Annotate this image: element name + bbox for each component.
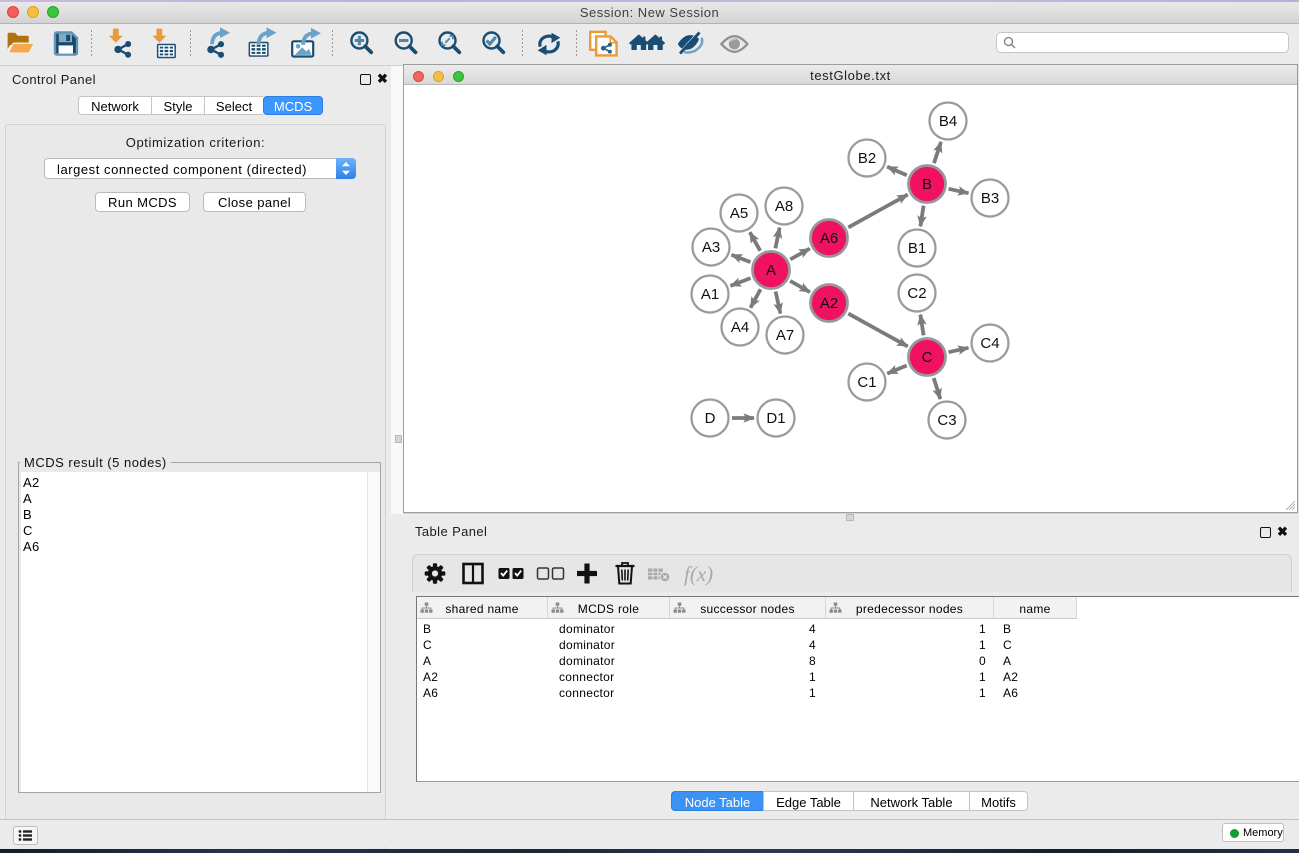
svg-text:C3: C3 <box>937 412 956 429</box>
svg-text:B1: B1 <box>908 240 926 257</box>
svg-text:D1: D1 <box>766 410 785 427</box>
svg-text:D: D <box>705 410 716 427</box>
svg-text:C4: C4 <box>980 335 999 352</box>
svg-text:B2: B2 <box>858 150 876 167</box>
svg-text:A1: A1 <box>701 286 719 303</box>
svg-text:A5: A5 <box>730 205 748 222</box>
svg-text:A4: A4 <box>731 319 749 336</box>
svg-text:B: B <box>922 176 932 193</box>
svg-text:A2: A2 <box>820 295 838 312</box>
svg-text:A3: A3 <box>702 239 720 256</box>
svg-text:A7: A7 <box>776 327 794 344</box>
svg-text:A: A <box>766 262 776 279</box>
svg-text:B4: B4 <box>939 113 957 130</box>
svg-text:B3: B3 <box>981 190 999 207</box>
svg-text:f(x): f(x) <box>684 562 713 586</box>
svg-text:C1: C1 <box>857 374 876 391</box>
svg-text:A6: A6 <box>820 230 838 247</box>
svg-text:A8: A8 <box>775 198 793 215</box>
svg-text:C: C <box>922 349 933 366</box>
svg-text:C2: C2 <box>907 285 926 302</box>
